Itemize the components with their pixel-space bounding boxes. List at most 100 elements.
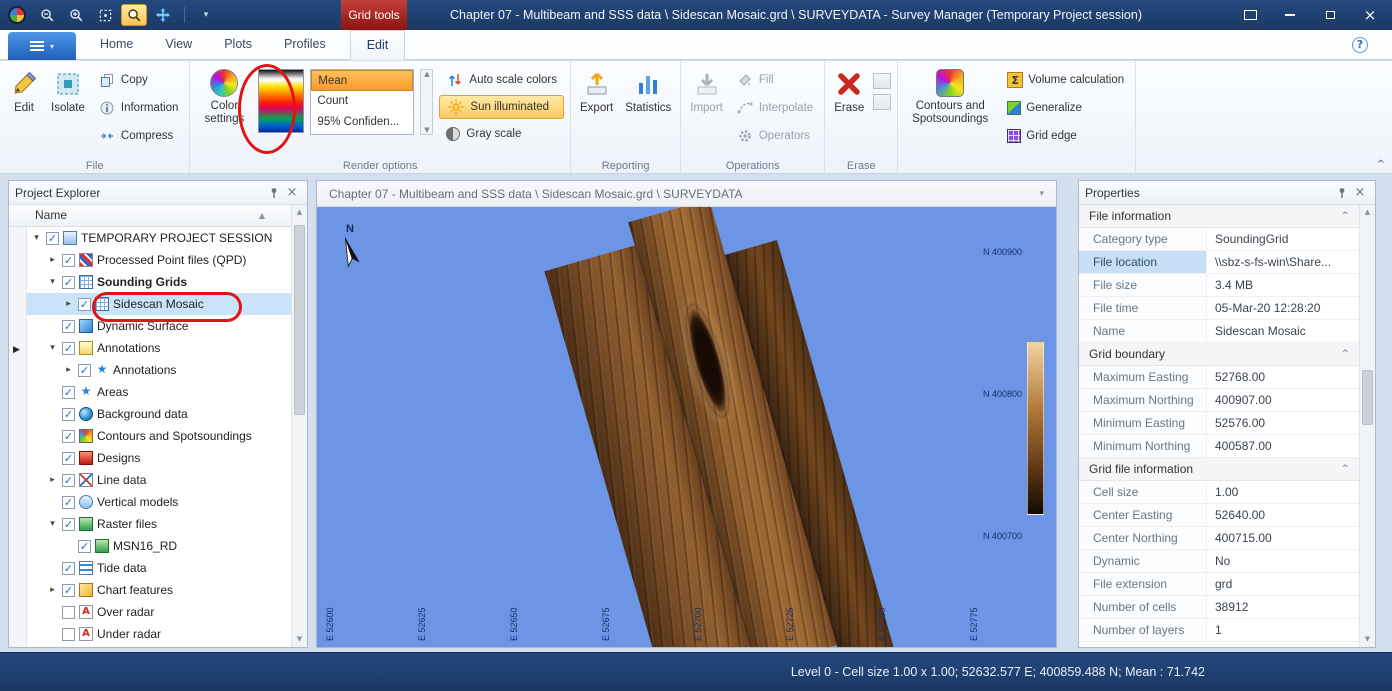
pan-button[interactable]: [150, 4, 176, 26]
property-row[interactable]: Center Easting 52640.00: [1079, 504, 1359, 527]
property-row[interactable]: Number of layers 1: [1079, 619, 1359, 642]
expander-open-icon[interactable]: ▾: [30, 233, 43, 243]
tree-item-contours-spotsoundings[interactable]: ✓ Contours and Spotsoundings: [27, 425, 291, 447]
property-row[interactable]: Cell size 1.00: [1079, 481, 1359, 504]
tab-plots[interactable]: Plots: [208, 30, 268, 60]
checkbox-checked[interactable]: ✓: [62, 518, 75, 531]
collapse-section-icon[interactable]: ^: [1341, 349, 1349, 359]
help-button[interactable]: ?: [1352, 37, 1368, 53]
tree-item-project-session[interactable]: ▾ ✓ TEMPORARY PROJECT SESSION: [27, 227, 291, 249]
interpolate-button[interactable]: Interpolate: [732, 95, 818, 120]
scroll-up-icon[interactable]: ▲: [292, 205, 307, 220]
tree-item-annotations[interactable]: ▾ ✓ Annotations: [27, 337, 291, 359]
expander-closed-icon[interactable]: ▸: [62, 365, 75, 375]
toggle-fullscreen-button[interactable]: [1236, 5, 1264, 25]
expander-closed-icon[interactable]: ▸: [46, 255, 59, 265]
tab-view[interactable]: View: [149, 30, 208, 60]
minimize-button[interactable]: [1276, 5, 1304, 25]
collapse-section-icon[interactable]: ^: [1341, 464, 1349, 474]
scroll-down-icon[interactable]: ▼: [1360, 632, 1375, 647]
collapse-section-icon[interactable]: ^: [1341, 211, 1349, 221]
grid-tools-context-tab[interactable]: Grid tools: [341, 0, 407, 30]
expander-closed-icon[interactable]: ▸: [62, 299, 75, 309]
checkbox-checked[interactable]: ✓: [62, 562, 75, 575]
layer-item-count[interactable]: Count: [311, 91, 413, 112]
section-file-information[interactable]: File information ^: [1079, 205, 1359, 228]
property-row[interactable]: Minimum Northing 400587.00: [1079, 435, 1359, 458]
close-button[interactable]: ×: [1356, 5, 1384, 25]
zoom-out-button[interactable]: [34, 4, 60, 26]
tree-item-areas[interactable]: ✓ ★ Areas: [27, 381, 291, 403]
scroll-down-icon[interactable]: ▼: [292, 632, 307, 647]
tree-item-background-data[interactable]: ✓ Background data: [27, 403, 291, 425]
information-button[interactable]: Information: [94, 95, 184, 120]
tree-item-processed-point-files[interactable]: ▸ ✓ Processed Point files (QPD): [27, 249, 291, 271]
tree-item-sidescan-mosaic[interactable]: ▸ ✓ Sidescan Mosaic: [27, 293, 291, 315]
checkbox-checked[interactable]: ✓: [62, 276, 75, 289]
zoom-tool-button[interactable]: [121, 4, 147, 26]
tab-edit[interactable]: Edit: [350, 30, 406, 60]
close-icon[interactable]: ×: [283, 184, 301, 202]
property-row[interactable]: Maximum Easting 52768.00: [1079, 366, 1359, 389]
pin-icon[interactable]: [1333, 184, 1351, 202]
checkbox-checked[interactable]: ✓: [78, 364, 91, 377]
qat-customize-button[interactable]: ▾: [193, 4, 219, 26]
expander-open-icon[interactable]: ▾: [46, 343, 59, 353]
tree-item-annotations-child[interactable]: ▸ ✓ ★ Annotations: [27, 359, 291, 381]
isolate-button[interactable]: Isolate: [48, 65, 88, 119]
zoom-in-button[interactable]: [63, 4, 89, 26]
chevron-down-icon[interactable]: ▾: [1039, 189, 1044, 199]
property-row[interactable]: File extension grd: [1079, 573, 1359, 596]
color-settings-button[interactable]: Color settings: [196, 65, 252, 130]
expander-open-icon[interactable]: ▾: [46, 519, 59, 529]
property-row[interactable]: Name Sidescan Mosaic: [1079, 320, 1359, 343]
property-row[interactable]: Category type SoundingGrid: [1079, 228, 1359, 251]
statistics-button[interactable]: Statistics: [622, 65, 674, 119]
tree-item-msn16-rd[interactable]: ✓ MSN16_RD: [27, 535, 291, 557]
section-grid-boundary[interactable]: Grid boundary ^: [1079, 343, 1359, 366]
tab-profiles[interactable]: Profiles: [268, 30, 342, 60]
checkbox-checked[interactable]: ✓: [62, 408, 75, 421]
restore-button[interactable]: [1316, 5, 1344, 25]
volume-calculation-button[interactable]: Σ Volume calculation: [1002, 67, 1129, 92]
tree-item-under-radar[interactable]: A Under radar: [27, 623, 291, 645]
property-row[interactable]: Minimum Easting 52576.00: [1079, 412, 1359, 435]
property-row[interactable]: Dynamic No: [1079, 550, 1359, 573]
checkbox-unchecked[interactable]: [62, 606, 75, 619]
tree-item-chart-features[interactable]: ▸ ✓ Chart features: [27, 579, 291, 601]
generalize-button[interactable]: Generalize: [1002, 95, 1129, 120]
property-row[interactable]: File size 3.4 MB: [1079, 274, 1359, 297]
edit-button[interactable]: Edit: [6, 65, 42, 119]
property-row[interactable]: Maximum Northing 400907.00: [1079, 389, 1359, 412]
gray-scale-button[interactable]: Gray scale: [439, 122, 564, 146]
map-canvas[interactable]: N E 52600 E 52625 E 52650 E 52675 E 5270…: [317, 207, 1056, 647]
tree-item-designs[interactable]: ✓ Designs: [27, 447, 291, 469]
tree-item-vertical-models[interactable]: ✓ Vertical models: [27, 491, 291, 513]
contours-spotsoundings-button[interactable]: Contours and Spotsoundings: [904, 65, 996, 130]
checkbox-checked[interactable]: ✓: [62, 430, 75, 443]
tree-item-line-data[interactable]: ▸ ✓ Line data: [27, 469, 291, 491]
tree-item-over-radar[interactable]: A Over radar: [27, 601, 291, 623]
layer-item-confidence[interactable]: 95% Confiden...: [311, 112, 413, 133]
tree-item-dynamic-surface[interactable]: ✓ Dynamic Surface: [27, 315, 291, 337]
checkbox-checked[interactable]: ✓: [62, 584, 75, 597]
erase-layers-button[interactable]: [873, 73, 891, 89]
tree-item-tide-data[interactable]: ✓ Tide data: [27, 557, 291, 579]
project-explorer-scrollbar[interactable]: ▲ ▼: [291, 205, 307, 647]
expander-closed-icon[interactable]: ▸: [46, 585, 59, 595]
app-logo-icon[interactable]: [8, 6, 26, 24]
fill-button[interactable]: Fill: [732, 67, 818, 92]
scroll-down-icon[interactable]: ▼: [424, 126, 429, 134]
checkbox-checked[interactable]: ✓: [62, 496, 75, 509]
import-button[interactable]: Import: [687, 65, 726, 119]
scroll-up-icon[interactable]: ▲: [424, 70, 429, 78]
name-column-header[interactable]: Name ▲: [9, 205, 291, 227]
checkbox-checked[interactable]: ✓: [62, 452, 75, 465]
checkbox-checked[interactable]: ✓: [62, 342, 75, 355]
scrollbar-thumb[interactable]: [1362, 370, 1373, 425]
property-row[interactable]: File time 05-Mar-20 12:28:20: [1079, 297, 1359, 320]
scroll-up-icon[interactable]: ▲: [1360, 205, 1375, 220]
tab-home[interactable]: Home: [84, 30, 149, 60]
checkbox-checked[interactable]: ✓: [46, 232, 59, 245]
collapse-ribbon-button[interactable]: ^: [1377, 159, 1385, 170]
